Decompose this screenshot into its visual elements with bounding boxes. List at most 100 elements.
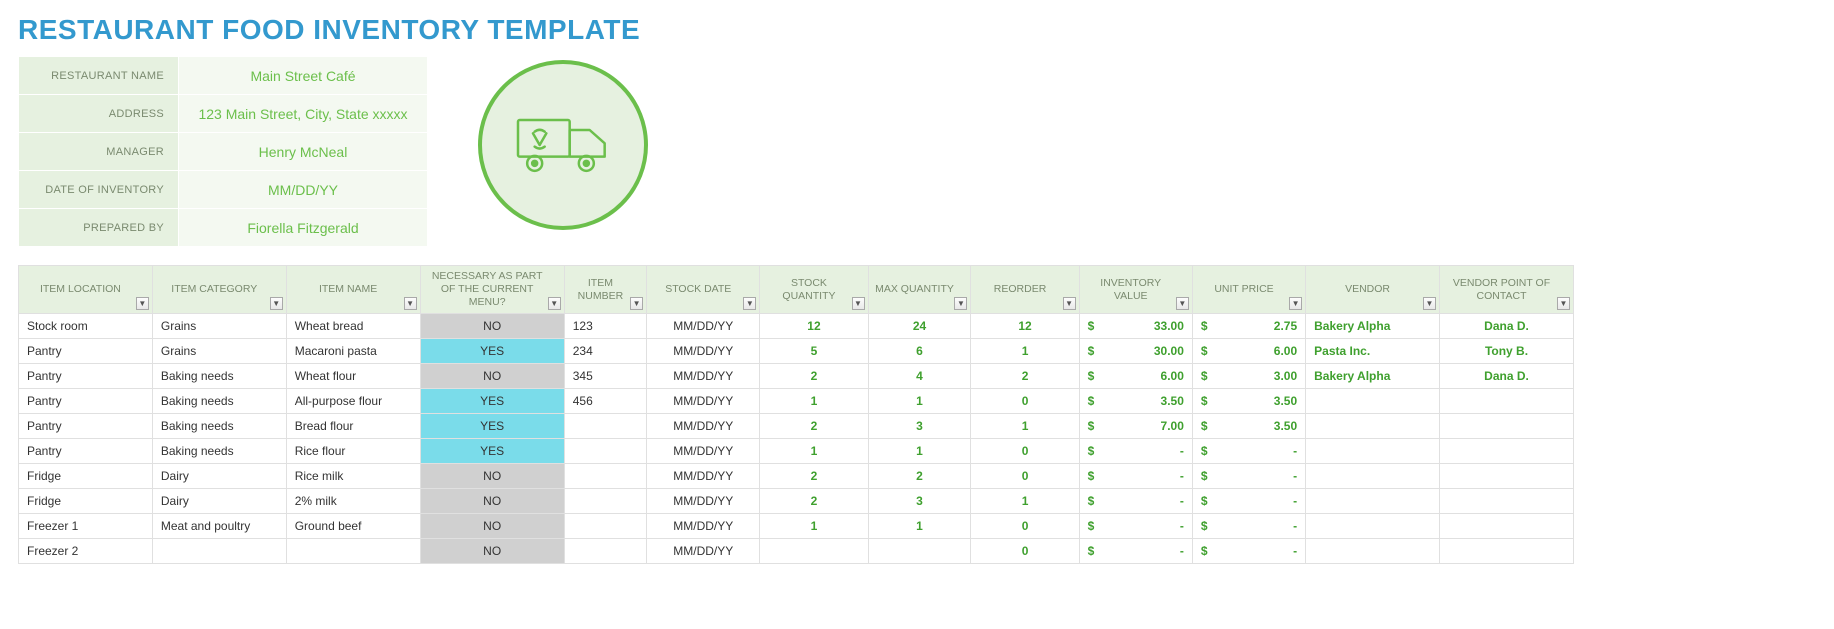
cell-inventory-value[interactable]: $30.00 xyxy=(1079,339,1192,364)
cell-necessary[interactable]: YES xyxy=(420,339,564,364)
cell-stock-date[interactable]: MM/DD/YY xyxy=(647,414,760,439)
column-header[interactable]: STOCK DATE xyxy=(647,266,760,314)
cell-reorder[interactable]: 12 xyxy=(971,314,1079,339)
value-restaurant[interactable]: Main Street Café xyxy=(179,57,428,95)
cell-item-name[interactable]: 2% milk xyxy=(286,489,420,514)
column-header[interactable]: VENDOR POINT OF CONTACT xyxy=(1440,266,1574,314)
cell-item-number[interactable] xyxy=(564,414,646,439)
cell-inventory-value[interactable]: $6.00 xyxy=(1079,364,1192,389)
cell-stock-date[interactable]: MM/DD/YY xyxy=(647,514,760,539)
filter-dropdown-icon[interactable] xyxy=(548,297,561,310)
cell-contact[interactable] xyxy=(1440,414,1574,439)
cell-reorder[interactable]: 2 xyxy=(971,364,1079,389)
cell-stock-qty[interactable]: 5 xyxy=(760,339,868,364)
cell-stock-date[interactable]: MM/DD/YY xyxy=(647,339,760,364)
cell-unit-price[interactable]: $- xyxy=(1192,439,1305,464)
cell-contact[interactable] xyxy=(1440,539,1574,564)
value-manager[interactable]: Henry McNeal xyxy=(179,133,428,171)
cell-item-number[interactable] xyxy=(564,539,646,564)
cell-stock-date[interactable]: MM/DD/YY xyxy=(647,439,760,464)
cell-inventory-value[interactable]: $7.00 xyxy=(1079,414,1192,439)
cell-unit-price[interactable]: $3.00 xyxy=(1192,364,1305,389)
column-header[interactable]: MAX QUANTITY xyxy=(868,266,971,314)
cell-stock-qty[interactable]: 2 xyxy=(760,364,868,389)
cell-reorder[interactable]: 1 xyxy=(971,414,1079,439)
column-header[interactable]: ITEM NUMBER xyxy=(564,266,646,314)
cell-item-name[interactable]: Wheat flour xyxy=(286,364,420,389)
cell-contact[interactable]: Dana D. xyxy=(1440,314,1574,339)
cell-stock-qty[interactable]: 1 xyxy=(760,439,868,464)
cell-contact[interactable] xyxy=(1440,389,1574,414)
column-header[interactable]: VENDOR xyxy=(1306,266,1440,314)
cell-unit-price[interactable]: $3.50 xyxy=(1192,414,1305,439)
cell-inventory-value[interactable]: $- xyxy=(1079,464,1192,489)
cell-location[interactable]: Stock room xyxy=(19,314,153,339)
cell-reorder[interactable]: 0 xyxy=(971,539,1079,564)
cell-reorder[interactable]: 0 xyxy=(971,464,1079,489)
cell-stock-qty[interactable]: 2 xyxy=(760,414,868,439)
cell-item-number[interactable]: 456 xyxy=(564,389,646,414)
cell-max-qty[interactable]: 1 xyxy=(868,439,971,464)
cell-item-name[interactable] xyxy=(286,539,420,564)
column-header[interactable]: NECESSARY AS PART OF THE CURRENT MENU? xyxy=(420,266,564,314)
column-header[interactable]: INVENTORY VALUE xyxy=(1079,266,1192,314)
filter-dropdown-icon[interactable] xyxy=(1557,297,1570,310)
cell-item-name[interactable]: Wheat bread xyxy=(286,314,420,339)
cell-item-name[interactable]: Rice milk xyxy=(286,464,420,489)
cell-category[interactable]: Grains xyxy=(152,339,286,364)
cell-reorder[interactable]: 0 xyxy=(971,514,1079,539)
cell-unit-price[interactable]: $- xyxy=(1192,489,1305,514)
column-header[interactable]: REORDER xyxy=(971,266,1079,314)
cell-stock-date[interactable]: MM/DD/YY xyxy=(647,364,760,389)
cell-unit-price[interactable]: $6.00 xyxy=(1192,339,1305,364)
cell-item-number[interactable] xyxy=(564,489,646,514)
cell-necessary[interactable]: NO xyxy=(420,514,564,539)
cell-unit-price[interactable]: $- xyxy=(1192,514,1305,539)
cell-stock-qty[interactable]: 1 xyxy=(760,514,868,539)
cell-stock-qty[interactable]: 2 xyxy=(760,464,868,489)
cell-category[interactable]: Grains xyxy=(152,314,286,339)
cell-max-qty[interactable]: 6 xyxy=(868,339,971,364)
cell-reorder[interactable]: 1 xyxy=(971,489,1079,514)
cell-unit-price[interactable]: $- xyxy=(1192,539,1305,564)
cell-stock-date[interactable]: MM/DD/YY xyxy=(647,539,760,564)
filter-dropdown-icon[interactable] xyxy=(743,297,756,310)
cell-necessary[interactable]: NO xyxy=(420,314,564,339)
cell-category[interactable]: Meat and poultry xyxy=(152,514,286,539)
cell-contact[interactable] xyxy=(1440,464,1574,489)
cell-stock-date[interactable]: MM/DD/YY xyxy=(647,314,760,339)
cell-max-qty[interactable]: 4 xyxy=(868,364,971,389)
cell-max-qty[interactable]: 1 xyxy=(868,389,971,414)
cell-max-qty[interactable]: 3 xyxy=(868,414,971,439)
cell-category[interactable]: Dairy xyxy=(152,464,286,489)
cell-inventory-value[interactable]: $33.00 xyxy=(1079,314,1192,339)
cell-contact[interactable]: Tony B. xyxy=(1440,339,1574,364)
cell-item-name[interactable]: Macaroni pasta xyxy=(286,339,420,364)
cell-location[interactable]: Fridge xyxy=(19,464,153,489)
value-date[interactable]: MM/DD/YY xyxy=(179,171,428,209)
cell-contact[interactable] xyxy=(1440,439,1574,464)
filter-dropdown-icon[interactable] xyxy=(270,297,283,310)
cell-vendor[interactable] xyxy=(1306,414,1440,439)
cell-max-qty[interactable]: 3 xyxy=(868,489,971,514)
cell-stock-date[interactable]: MM/DD/YY xyxy=(647,489,760,514)
cell-location[interactable]: Fridge xyxy=(19,489,153,514)
cell-necessary[interactable]: NO xyxy=(420,364,564,389)
filter-dropdown-icon[interactable] xyxy=(1063,297,1076,310)
cell-necessary[interactable]: NO xyxy=(420,464,564,489)
cell-inventory-value[interactable]: $- xyxy=(1079,539,1192,564)
cell-contact[interactable] xyxy=(1440,489,1574,514)
cell-necessary[interactable]: YES xyxy=(420,439,564,464)
cell-necessary[interactable]: YES xyxy=(420,389,564,414)
cell-item-number[interactable] xyxy=(564,439,646,464)
filter-dropdown-icon[interactable] xyxy=(630,297,643,310)
filter-dropdown-icon[interactable] xyxy=(852,297,865,310)
cell-vendor[interactable] xyxy=(1306,489,1440,514)
column-header[interactable]: ITEM NAME xyxy=(286,266,420,314)
cell-inventory-value[interactable]: $3.50 xyxy=(1079,389,1192,414)
cell-reorder[interactable]: 0 xyxy=(971,389,1079,414)
cell-category[interactable]: Baking needs xyxy=(152,414,286,439)
cell-vendor[interactable] xyxy=(1306,514,1440,539)
cell-category[interactable]: Baking needs xyxy=(152,439,286,464)
cell-item-name[interactable]: Bread flour xyxy=(286,414,420,439)
